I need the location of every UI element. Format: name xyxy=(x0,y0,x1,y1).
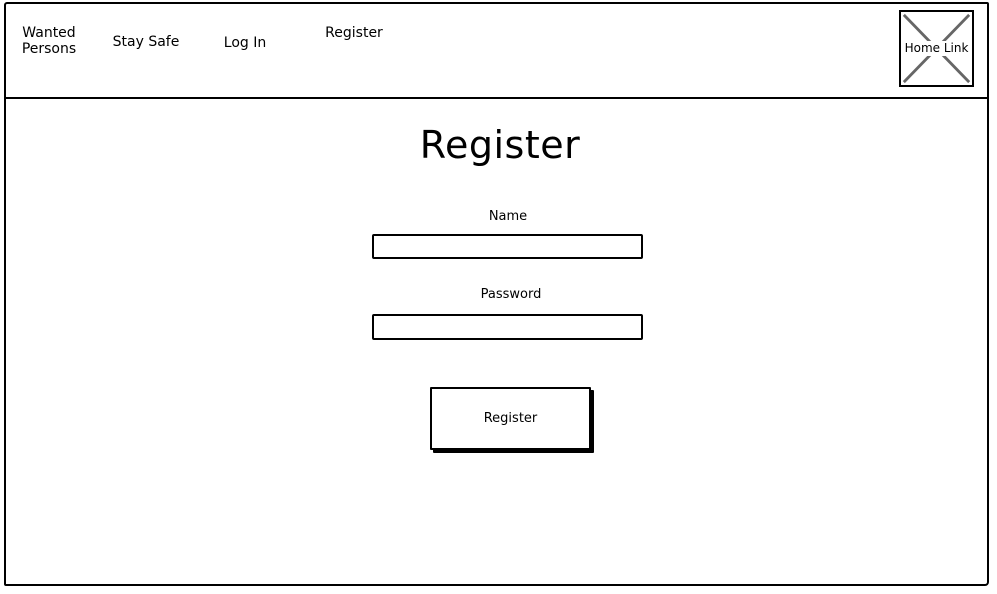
nav-link-wanted-persons[interactable]: Wanted Persons xyxy=(14,25,84,57)
nav-link-register[interactable]: Register xyxy=(318,25,390,41)
page-title: Register xyxy=(419,123,581,167)
register-button[interactable]: Register xyxy=(430,387,591,450)
password-input[interactable] xyxy=(372,314,643,340)
name-input[interactable] xyxy=(372,234,643,259)
nav-link-log-in[interactable]: Log In xyxy=(210,35,280,51)
nav-link-stay-safe[interactable]: Stay Safe xyxy=(106,34,186,50)
name-label: Name xyxy=(488,209,528,224)
password-label: Password xyxy=(480,287,542,302)
home-link-label: Home Link xyxy=(901,41,972,56)
home-link[interactable]: Home Link xyxy=(899,10,974,87)
top-nav-bar xyxy=(4,2,989,99)
